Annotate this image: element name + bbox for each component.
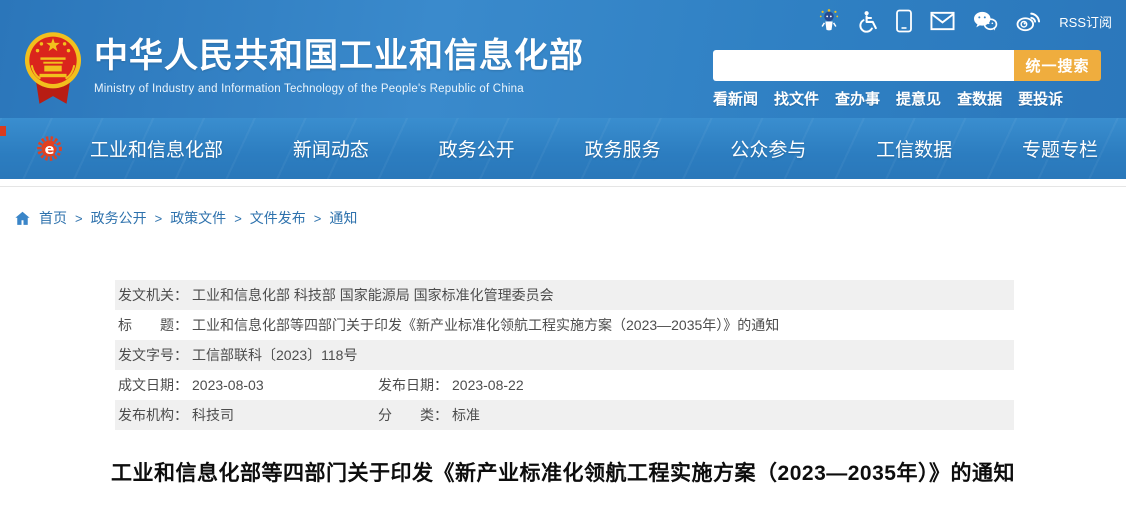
meta-label: 发布日期： (378, 377, 448, 393)
article-title: 工业和信息化部等四部门关于印发《新产业标准化领航工程实施方案（2023—2035… (111, 462, 1015, 485)
meta-label: 发文字号： (118, 347, 188, 363)
breadcrumb-home[interactable]: 首页 (39, 208, 67, 228)
meta-cell: 成文日期： 2023-08-03 (115, 370, 375, 400)
miit-gear-logo-icon: e (37, 136, 62, 161)
site-header: 中华人民共和国工业和信息化部 Ministry of Industry and … (0, 0, 1126, 179)
nav-item-miit-data[interactable]: 工信数据 (876, 135, 952, 162)
meta-label: 发文机关： (118, 287, 188, 303)
mobile-icon (896, 9, 913, 33)
breadcrumb-separator: > (154, 210, 163, 226)
meta-row-publisher-category: 发布机构： 科技司 分 类： 标准 (115, 400, 1014, 430)
weibo-icon (1016, 12, 1041, 32)
quick-link-complaint[interactable]: 要投诉 (1018, 88, 1063, 109)
site-subtitle: Ministry of Industry and Information Tec… (94, 83, 524, 96)
meta-cell: 分 类： 标准 (375, 400, 480, 430)
breadcrumb-gov-disclosure[interactable]: 政务公开 (91, 208, 147, 228)
breadcrumb-policy-files[interactable]: 政策文件 (170, 208, 226, 228)
nav-corner-marker (0, 126, 6, 136)
quick-link-services[interactable]: 查办事 (835, 88, 880, 109)
accessibility-link[interactable] (857, 10, 878, 33)
meta-value: 2023-08-03 (192, 377, 264, 393)
breadcrumb: 首页 > 政务公开 > 政策文件 > 文件发布 > 通知 (14, 208, 1126, 228)
nav-item-news[interactable]: 新闻动态 (293, 135, 369, 162)
search-input[interactable] (713, 50, 1014, 81)
nav-item-special-topics[interactable]: 专题专栏 (1022, 135, 1098, 162)
meta-label: 发布机构： (118, 407, 188, 423)
rss-link[interactable]: RSS订阅 (1059, 12, 1112, 31)
nav-item-miit[interactable]: 工业和信息化部 (90, 135, 223, 162)
quick-link-suggest[interactable]: 提意见 (896, 88, 941, 109)
meta-row-document-number: 发文字号： 工信部联科〔2023〕118号 (115, 340, 1014, 370)
site-title: 中华人民共和国工业和信息化部 (94, 37, 584, 75)
nav-item-gov-disclosure[interactable]: 政务公开 (439, 135, 515, 162)
meta-cell: 发文字号： 工信部联科〔2023〕118号 (115, 340, 357, 370)
nav-items: 工业和信息化部 新闻动态 政务公开 政务服务 公众参与 工信数据 专题专栏 (90, 118, 1098, 179)
meta-row-issuing-agency: 发文机关： 工业和信息化部 科技部 国家能源局 国家标准化管理委员会 (115, 280, 1014, 310)
meta-cell: 发文机关： 工业和信息化部 科技部 国家能源局 国家标准化管理委员会 (115, 280, 554, 310)
svg-text:e: e (45, 142, 55, 158)
breadcrumb-separator: > (313, 210, 322, 226)
nav-item-public-participation[interactable]: 公众参与 (730, 135, 806, 162)
meta-label: 标 题： (118, 317, 188, 333)
accessibility-icon (859, 10, 878, 33)
main-nav: e 工业和信息化部 新闻动态 政务公开 政务服务 公众参与 工信数据 专题专栏 (0, 118, 1126, 179)
meta-label: 分 类： (378, 407, 448, 423)
document-meta-table: 发文机关： 工业和信息化部 科技部 国家能源局 国家标准化管理委员会 标 题： … (115, 280, 1014, 430)
meta-value: 工业和信息化部等四部门关于印发《新产业标准化领航工程实施方案（2023—2035… (192, 317, 780, 333)
ai-mascot-link[interactable] (818, 9, 840, 33)
breadcrumb-file-release[interactable]: 文件发布 (250, 208, 306, 228)
utility-bar: RSS订阅 (818, 9, 1112, 33)
nav-item-gov-services[interactable]: 政务服务 (584, 135, 660, 162)
meta-value: 科技司 (192, 407, 234, 423)
meta-row-dates: 成文日期： 2023-08-03 发布日期： 2023-08-22 (115, 370, 1014, 400)
quick-link-data[interactable]: 查数据 (957, 88, 1002, 109)
mobile-link[interactable] (895, 9, 913, 33)
meta-row-title: 标 题： 工业和信息化部等四部门关于印发《新产业标准化领航工程实施方案（2023… (115, 310, 1014, 340)
header-divider (0, 179, 1126, 187)
breadcrumb-separator: > (75, 210, 83, 226)
site-brand[interactable]: 中华人民共和国工业和信息化部 Ministry of Industry and … (24, 30, 584, 108)
quick-link-files[interactable]: 找文件 (774, 88, 819, 109)
search-area: 统一搜索 (713, 50, 1101, 81)
ai-mascot-icon (820, 9, 839, 31)
weibo-link[interactable] (1015, 10, 1042, 32)
breadcrumb-separator: > (234, 210, 242, 226)
quick-link-news[interactable]: 看新闻 (713, 88, 758, 109)
wechat-link[interactable] (972, 10, 998, 32)
home-icon[interactable] (14, 210, 31, 227)
meta-cell: 发布日期： 2023-08-22 (375, 370, 524, 400)
unified-search-button[interactable]: 统一搜索 (1014, 50, 1101, 81)
meta-label: 成文日期： (118, 377, 188, 393)
mail-link[interactable] (930, 11, 955, 31)
quick-links: 看新闻 找文件 查办事 提意见 查数据 要投诉 (713, 88, 1063, 109)
meta-value: 工信部联科〔2023〕118号 (192, 347, 358, 363)
meta-cell: 发布机构： 科技司 (115, 400, 375, 430)
mail-icon (930, 11, 955, 31)
meta-value: 标准 (452, 407, 480, 423)
meta-value: 工业和信息化部 科技部 国家能源局 国家标准化管理委员会 (192, 287, 554, 303)
wechat-icon (974, 11, 998, 31)
meta-cell: 标 题： 工业和信息化部等四部门关于印发《新产业标准化领航工程实施方案（2023… (115, 310, 779, 340)
national-emblem-icon (24, 32, 82, 104)
breadcrumb-notice[interactable]: 通知 (329, 208, 357, 228)
meta-value: 2023-08-22 (452, 377, 524, 393)
